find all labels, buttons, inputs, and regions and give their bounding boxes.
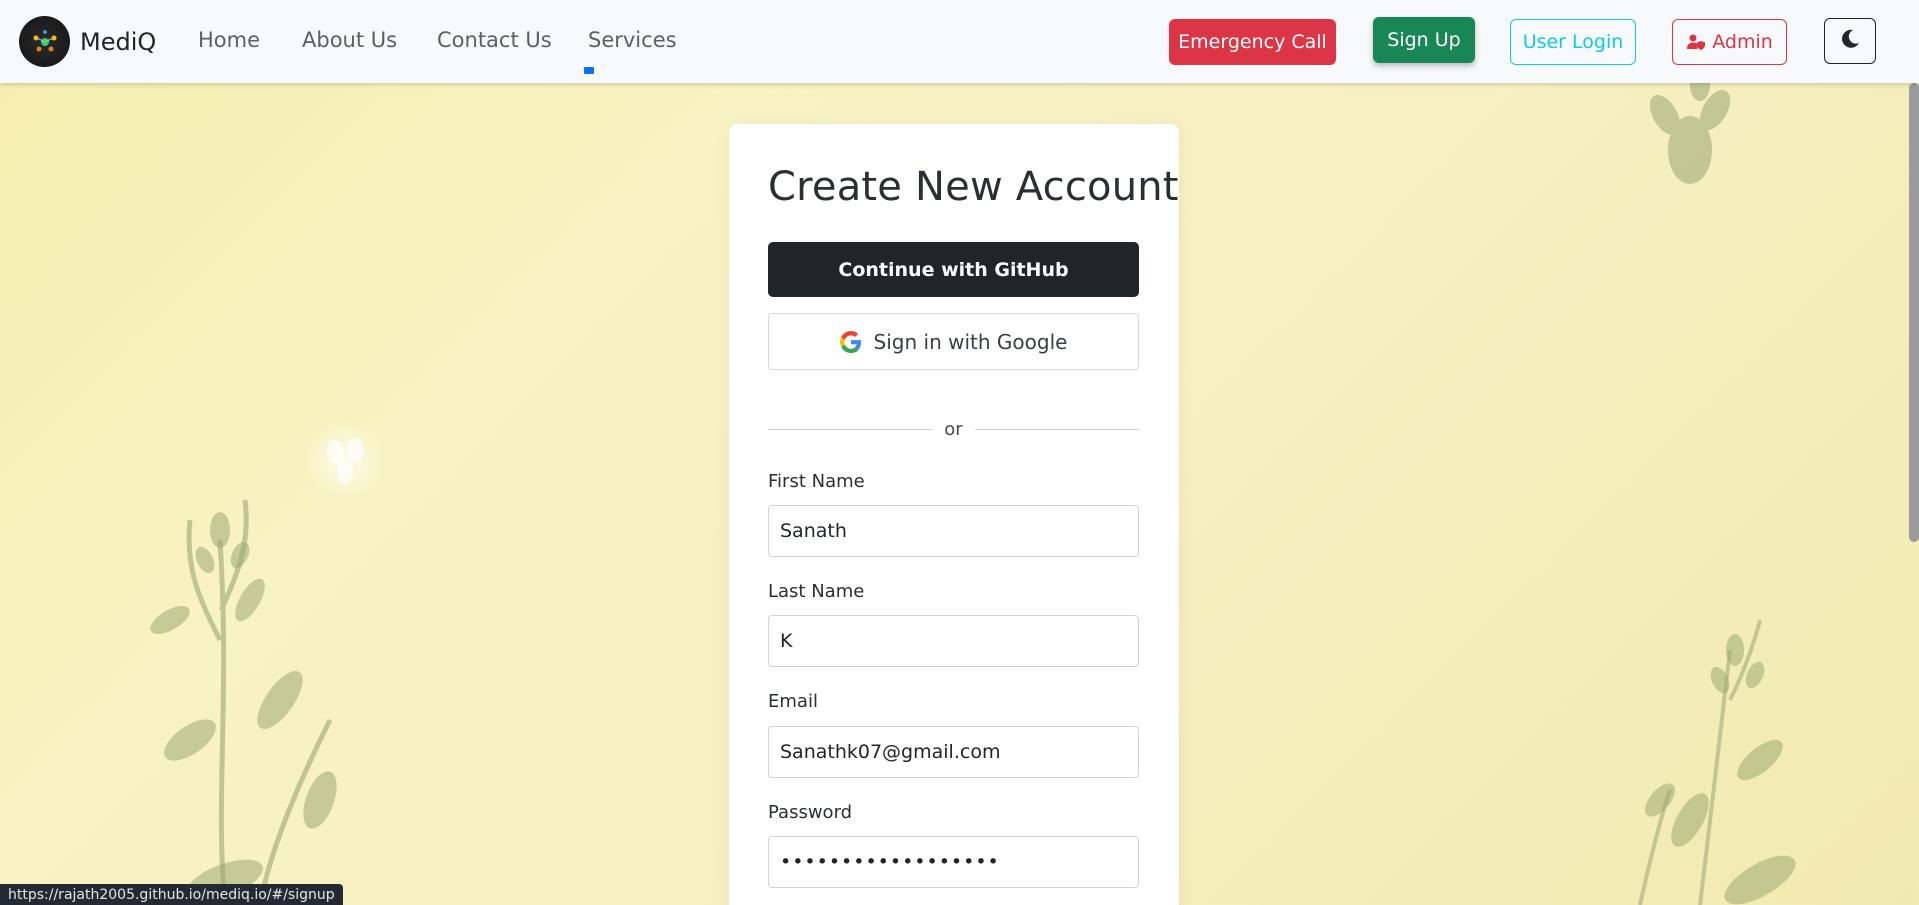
scrollbar-thumb[interactable] bbox=[1909, 83, 1919, 542]
nav-contact-us[interactable]: Contact Us bbox=[437, 28, 552, 52]
admin-button-label: Admin bbox=[1712, 31, 1773, 53]
user-login-button[interactable]: User Login bbox=[1510, 19, 1636, 65]
divider-text: or bbox=[944, 418, 963, 440]
last-name-label: Last Name bbox=[768, 581, 865, 602]
brand-name: MediQ bbox=[80, 27, 157, 56]
theme-toggle-button[interactable] bbox=[1824, 18, 1876, 64]
or-divider: or bbox=[768, 417, 1140, 441]
status-bar-url: https://rajath2005.github.io/mediq.io/#/… bbox=[0, 884, 343, 905]
emergency-call-button[interactable]: Emergency Call bbox=[1169, 19, 1336, 65]
email-field[interactable]: Sanathk07@gmail.com bbox=[768, 726, 1139, 778]
dropdown-indicator-icon bbox=[584, 67, 594, 74]
nav-home[interactable]: Home bbox=[198, 28, 260, 52]
password-label: Password bbox=[768, 802, 853, 823]
first-name-field[interactable]: Sanath bbox=[768, 505, 1139, 557]
password-field[interactable]: •••••••••••••••••• bbox=[768, 836, 1139, 888]
divider-line-left bbox=[768, 428, 933, 430]
page-title: Create New Account bbox=[768, 164, 1179, 210]
mediq-logo-icon bbox=[19, 16, 70, 67]
signup-card: Create New Account Continue with GitHub … bbox=[729, 124, 1179, 905]
continue-with-github-button[interactable]: Continue with GitHub bbox=[768, 242, 1139, 297]
first-name-label: First Name bbox=[768, 471, 865, 492]
email-label: Email bbox=[768, 691, 818, 712]
last-name-field[interactable]: K bbox=[768, 615, 1139, 667]
admin-button[interactable]: Admin bbox=[1672, 19, 1787, 65]
top-navbar: MediQ Home About Us Contact Us Services … bbox=[0, 0, 1919, 83]
user-shield-icon bbox=[1686, 34, 1706, 50]
nav-about-us[interactable]: About Us bbox=[302, 28, 397, 52]
divider-line-right bbox=[974, 428, 1140, 430]
moon-icon bbox=[1839, 28, 1861, 55]
google-button-label: Sign in with Google bbox=[873, 329, 1068, 354]
sign-in-with-google-button[interactable]: Sign in with Google bbox=[768, 313, 1139, 370]
sign-up-button[interactable]: Sign Up bbox=[1373, 17, 1475, 63]
nav-services[interactable]: Services bbox=[588, 28, 677, 52]
google-icon bbox=[839, 330, 862, 353]
brand[interactable]: MediQ bbox=[19, 16, 156, 67]
